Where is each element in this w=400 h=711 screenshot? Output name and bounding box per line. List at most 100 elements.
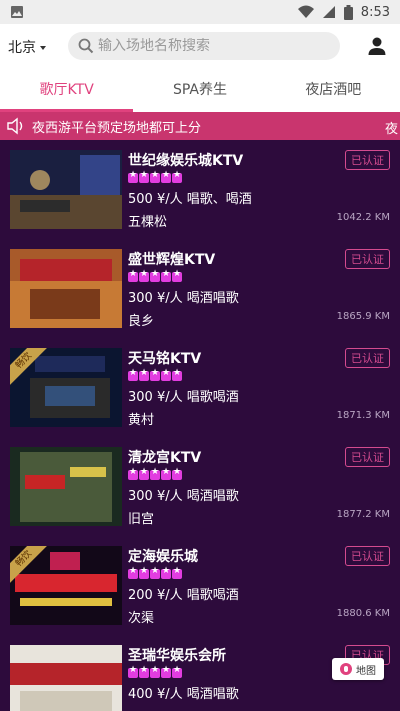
star-icon xyxy=(172,566,182,579)
venue-area: 黄村 xyxy=(128,413,155,428)
venue-distance: 1042.2 KM xyxy=(336,212,390,223)
star-icon xyxy=(128,368,138,381)
status-bar: 8:53 xyxy=(0,0,400,24)
verified-badge: 已认证 xyxy=(345,348,390,368)
star-icon xyxy=(150,467,160,480)
star-icon xyxy=(172,368,182,381)
venue-photo xyxy=(10,447,122,526)
venue-photo xyxy=(10,645,122,711)
star-icon xyxy=(128,170,138,183)
star-icon xyxy=(161,170,171,183)
rating-stars xyxy=(128,467,182,480)
notice-text: 夜西游平台预定场地都可上分 xyxy=(32,120,202,136)
venue-name: 圣瑞华娱乐会所 xyxy=(128,648,226,664)
rating-stars xyxy=(128,269,182,282)
star-icon xyxy=(161,269,171,282)
map-button[interactable]: 地图 xyxy=(332,658,384,680)
venue-distance: 1877.2 KM xyxy=(336,509,390,520)
star-icon xyxy=(139,170,149,183)
star-icon xyxy=(139,665,149,678)
venue-name: 定海娱乐城 xyxy=(128,549,198,565)
notice-banner: 夜西游平台预定场地都可上分 夜 xyxy=(0,112,400,140)
image-icon xyxy=(11,6,23,18)
star-icon xyxy=(128,467,138,480)
rating-stars xyxy=(128,170,182,183)
tab-bar[interactable]: 夜店酒吧 xyxy=(267,70,400,112)
venue-area: 次渠 xyxy=(128,611,155,626)
rating-stars xyxy=(128,566,182,579)
star-icon xyxy=(172,170,182,183)
venue-distance: 1880.6 KM xyxy=(336,608,390,619)
star-icon xyxy=(150,269,160,282)
chevron-down-icon xyxy=(40,46,46,50)
star-icon xyxy=(161,368,171,381)
star-icon xyxy=(139,269,149,282)
city-selector[interactable]: 北京 xyxy=(8,37,46,57)
map-button-label: 地图 xyxy=(356,665,376,677)
verified-badge: 已认证 xyxy=(345,546,390,566)
star-icon xyxy=(150,665,160,678)
verified-badge: 已认证 xyxy=(345,447,390,467)
star-icon xyxy=(172,269,182,282)
star-icon xyxy=(128,665,138,678)
category-tabs: 歌厅KTV SPA养生 夜店酒吧 xyxy=(0,70,400,112)
star-icon xyxy=(139,467,149,480)
venue-card[interactable]: 盛世辉煌KTV 300 ¥/人 喝酒唱歌 良乡 1865.9 KM 已认证 xyxy=(0,239,400,334)
venue-photo xyxy=(10,249,122,328)
star-icon xyxy=(128,269,138,282)
map-pin-icon xyxy=(340,663,352,675)
star-icon xyxy=(172,467,182,480)
venue-card[interactable]: 畅饮 天马铭KTV 300 ¥/人 唱歌喝酒 黄村 1871.3 KM 已认证 xyxy=(0,338,400,433)
venue-price: 300 ¥/人 喝酒唱歌 xyxy=(128,291,239,306)
notice-text-tail: 夜 xyxy=(384,122,398,137)
tab-spa[interactable]: SPA养生 xyxy=(133,70,266,112)
search-input[interactable] xyxy=(98,38,318,54)
venue-price: 400 ¥/人 喝酒唱歌 xyxy=(128,687,239,702)
search-box[interactable] xyxy=(68,32,340,60)
rating-stars xyxy=(128,665,182,678)
star-icon xyxy=(172,665,182,678)
speaker-icon xyxy=(7,117,23,135)
venue-distance: 1871.3 KM xyxy=(336,410,390,421)
venue-photo: 畅饮 xyxy=(10,546,122,625)
rating-stars xyxy=(128,368,182,381)
venue-card[interactable]: 清龙宫KTV 300 ¥/人 喝酒唱歌 旧宫 1877.2 KM 已认证 xyxy=(0,437,400,532)
venue-name: 清龙宫KTV xyxy=(128,450,202,466)
verified-badge: 已认证 xyxy=(345,249,390,269)
venue-area: 旧宫 xyxy=(128,512,155,527)
search-icon xyxy=(78,38,94,54)
star-icon xyxy=(139,368,149,381)
venue-name: 天马铭KTV xyxy=(128,351,202,367)
venue-price: 300 ¥/人 唱歌喝酒 xyxy=(128,390,239,405)
top-bar: 北京 xyxy=(0,24,400,70)
wifi-icon xyxy=(297,5,314,18)
star-icon xyxy=(128,566,138,579)
venue-price: 200 ¥/人 唱歌喝酒 xyxy=(128,588,239,603)
venue-card[interactable]: 畅饮 定海娱乐城 200 ¥/人 唱歌喝酒 次渠 1880.6 KM 已认证 xyxy=(0,536,400,631)
venue-price: 300 ¥/人 喝酒唱歌 xyxy=(128,489,239,504)
venue-photo xyxy=(10,150,122,229)
user-icon[interactable] xyxy=(366,35,388,57)
battery-icon xyxy=(343,4,353,20)
venue-area: 五棵松 xyxy=(128,215,168,230)
venue-name: 盛世辉煌KTV xyxy=(128,252,216,268)
venue-card[interactable]: 世纪缘娱乐城KTV 500 ¥/人 唱歌、喝酒 五棵松 1042.2 KM 已认… xyxy=(0,140,400,235)
venue-price: 500 ¥/人 唱歌、喝酒 xyxy=(128,192,252,207)
city-label: 北京 xyxy=(8,40,36,56)
star-icon xyxy=(161,566,171,579)
venue-name: 世纪缘娱乐城KTV xyxy=(128,153,244,169)
star-icon xyxy=(139,566,149,579)
venue-area: 良乡 xyxy=(128,314,155,329)
tab-ktv[interactable]: 歌厅KTV xyxy=(0,70,134,112)
venue-photo: 畅饮 xyxy=(10,348,122,427)
venue-list: 世纪缘娱乐城KTV 500 ¥/人 唱歌、喝酒 五棵松 1042.2 KM 已认… xyxy=(0,140,400,711)
star-icon xyxy=(150,566,160,579)
status-time: 8:53 xyxy=(360,4,390,20)
signal-icon xyxy=(322,6,335,18)
venue-distance: 1865.9 KM xyxy=(336,311,390,322)
verified-badge: 已认证 xyxy=(345,150,390,170)
star-icon xyxy=(150,170,160,183)
star-icon xyxy=(161,665,171,678)
star-icon xyxy=(150,368,160,381)
star-icon xyxy=(161,467,171,480)
